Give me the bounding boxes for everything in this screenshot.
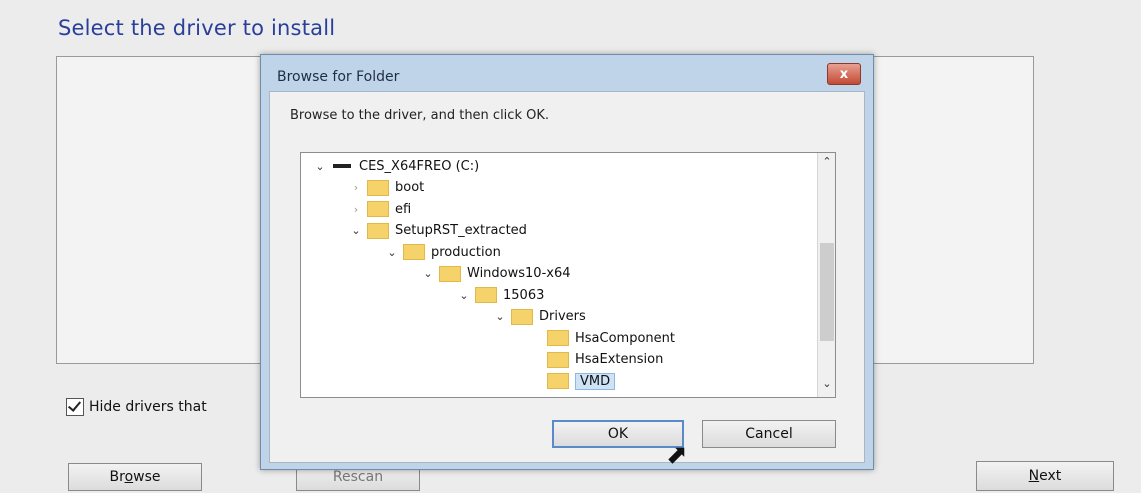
tree-item-production[interactable]: ⌄ production (385, 241, 501, 263)
dialog-client-area: Browse to the driver, and then click OK.… (269, 91, 865, 470)
scroll-thumb[interactable] (820, 243, 834, 341)
tree-item-label: Windows10-x64 (467, 266, 571, 281)
folder-icon (367, 201, 389, 217)
close-icon: x (839, 66, 849, 82)
ok-button[interactable]: OK (552, 420, 684, 448)
tree-item-drivers[interactable]: ⌄ Drivers (493, 306, 586, 328)
folder-icon (511, 308, 533, 325)
dialog-title: Browse for Folder (277, 69, 400, 85)
cancel-button[interactable]: Cancel (702, 420, 836, 448)
tree-item-efi[interactable]: › efi (349, 198, 411, 220)
folder-icon (367, 222, 389, 239)
tree-item-ces-x64freo-c[interactable]: ⌄ CES_X64FREO (C:) (313, 155, 479, 177)
next-button[interactable]: Next (976, 461, 1114, 491)
tree-item-label: boot (395, 180, 425, 195)
tree-scrollbar[interactable]: ⌃ ⌄ (817, 153, 835, 397)
tree-item-vmd[interactable]: VMD (529, 370, 616, 392)
chevron-down-icon[interactable]: ⌄ (421, 267, 435, 280)
folder-icon (367, 179, 389, 196)
tree-item-label: efi (395, 201, 412, 217)
drive-icon (333, 164, 351, 168)
folder-icon (403, 244, 425, 260)
page-title: Select the driver to install (58, 16, 336, 40)
chevron-down-icon[interactable]: ⌄ (385, 246, 399, 259)
browse-button[interactable]: Browse (68, 463, 202, 491)
tree-item-label: 15063 (503, 287, 545, 303)
ok-label: OK (607, 426, 629, 442)
cancel-label: Cancel (745, 426, 793, 442)
folder-icon (547, 330, 569, 346)
tree-item-label: CES_X64FREO (C:) (359, 158, 480, 174)
folder-icon (547, 351, 569, 368)
rescan-label: Rescan (332, 469, 384, 485)
tree-item-label: production (431, 244, 501, 260)
dialog-instruction: Browse to the driver, and then click OK. (290, 108, 549, 123)
close-button[interactable]: x (827, 63, 861, 85)
tree-item-label: VMD (575, 372, 616, 390)
chevron-down-icon[interactable]: ⌄ (349, 224, 363, 237)
folder-icon (475, 287, 497, 303)
folder-tree[interactable]: ⌄ CES_X64FREO (C:) › boot › efi ⌄ SetupRST_extr… (300, 152, 836, 398)
hide-drivers-checkbox[interactable]: Hide drivers that (66, 398, 207, 416)
tree-item-boot[interactable]: › boot (349, 177, 424, 199)
chevron-down-icon[interactable]: ⌄ (457, 289, 471, 302)
checkbox-checked-icon[interactable] (66, 398, 84, 416)
browse-label: Browse (109, 469, 161, 485)
browse-folder-dialog: Browse for Folder x Browse to the driver… (260, 54, 874, 470)
chevron-down-icon[interactable]: ⌄ (493, 310, 507, 323)
tree-item-windows10-x64[interactable]: ⌄ Windows10-x64 (421, 263, 571, 285)
chevron-down-icon[interactable]: ⌄ (313, 160, 327, 173)
tree-item-label: SetupRST_extracted (395, 223, 527, 238)
chevron-right-icon[interactable]: › (349, 203, 363, 216)
chevron-right-icon[interactable]: › (349, 181, 363, 194)
tree-item-label: Drivers (539, 309, 586, 324)
tree-item-setuprst-extracted[interactable]: ⌄ SetupRST_extracted (349, 220, 527, 242)
tree-item-hsacomponent[interactable]: HsaComponent (529, 327, 675, 349)
scroll-up-icon[interactable]: ⌃ (818, 155, 835, 173)
mouse-cursor-icon: ⬈ (666, 440, 688, 470)
tree-item-label: HsaComponent (575, 330, 675, 346)
folder-icon (547, 373, 569, 389)
tree-item-hsaextension[interactable]: HsaExtension (529, 349, 663, 371)
next-label: Next (1028, 468, 1062, 484)
folder-icon (439, 265, 461, 282)
scroll-down-icon[interactable]: ⌄ (818, 377, 835, 395)
tree-item-15063[interactable]: ⌄ 15063 (457, 284, 544, 306)
tree-item-label: HsaExtension (575, 352, 664, 367)
hide-drivers-label: Hide drivers that (89, 399, 207, 415)
